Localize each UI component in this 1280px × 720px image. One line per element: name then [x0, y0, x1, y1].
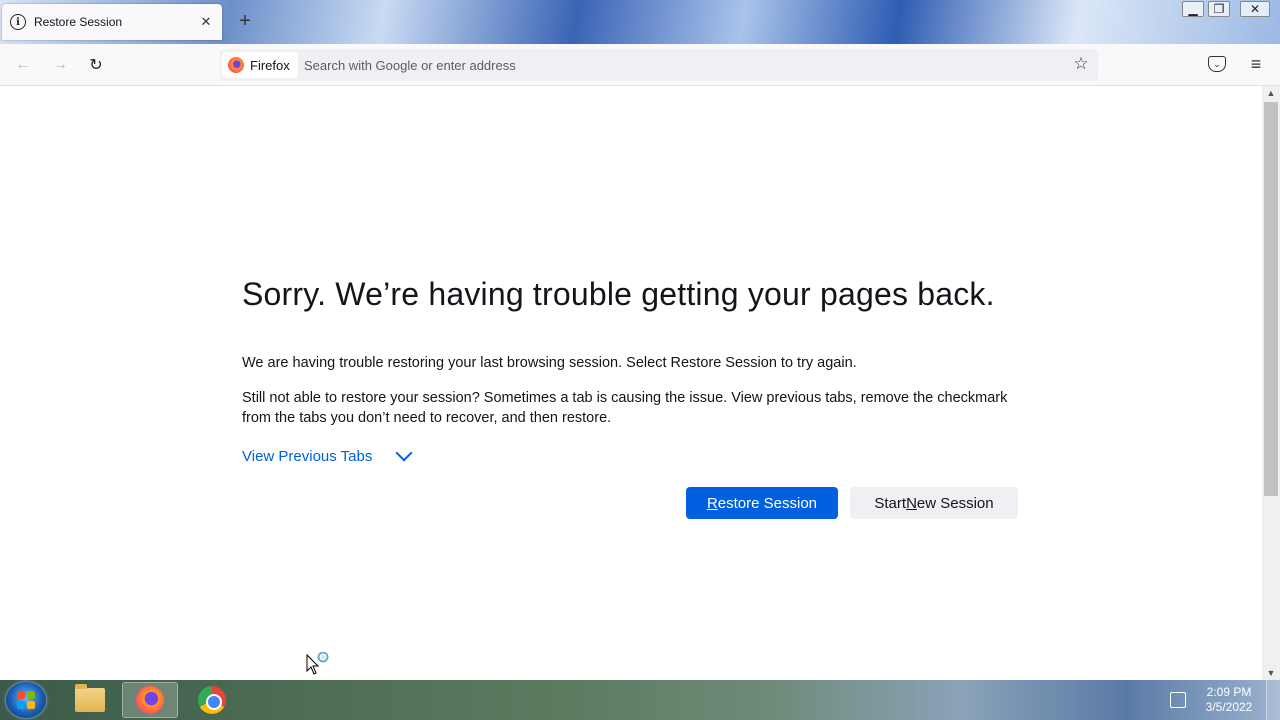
- title-bar: i Restore Session ✕ + ▁ ❐ ✕: [0, 0, 1280, 44]
- restore-window-icon: ❐: [1213, 2, 1225, 16]
- info-icon: i: [10, 14, 26, 30]
- show-desktop-button[interactable]: [1266, 680, 1280, 720]
- view-previous-tabs-toggle[interactable]: View Previous Tabs: [242, 444, 1022, 465]
- taskbar-chrome[interactable]: [184, 682, 240, 718]
- help-text: Still not able to restore your session? …: [242, 390, 1008, 426]
- chrome-icon: [198, 686, 226, 714]
- system-clock[interactable]: 2:09 PM 3/5/2022: [1196, 685, 1262, 715]
- pocket-icon[interactable]: ⌄: [1208, 56, 1226, 72]
- chevron-down-icon: [395, 444, 413, 461]
- session-restore-container: Sorry. We’re having trouble getting your…: [242, 276, 1022, 465]
- scroll-down-icon[interactable]: ▼: [1262, 666, 1280, 680]
- forward-button[interactable]: →: [47, 53, 73, 77]
- url-bar[interactable]: Firefox ☆: [220, 49, 1098, 81]
- close-icon[interactable]: ✕: [198, 14, 214, 30]
- taskbar-firefox[interactable]: [122, 682, 178, 718]
- hamburger-menu-icon[interactable]: ≡: [1246, 55, 1266, 75]
- vertical-scrollbar[interactable]: ▲ ▼: [1262, 86, 1280, 680]
- firefox-icon: [136, 686, 164, 714]
- page-content: Sorry. We’re having trouble getting your…: [0, 86, 1262, 680]
- close-window-button[interactable]: ✕: [1236, 0, 1274, 18]
- close-window-icon: ✕: [1249, 2, 1261, 16]
- clock-date: 3/5/2022: [1205, 700, 1253, 714]
- network-icon[interactable]: [1170, 692, 1186, 708]
- tab-title: Restore Session: [34, 15, 123, 29]
- navigation-toolbar: ← → ↻ Firefox ☆ ⌄ ≡: [0, 44, 1280, 86]
- plus-icon: +: [239, 10, 251, 32]
- minimize-icon: ▁: [1188, 2, 1198, 16]
- page-title: Sorry. We’re having trouble getting your…: [242, 276, 995, 312]
- reload-button[interactable]: ↻: [83, 53, 109, 77]
- forward-arrow-icon: →: [52, 56, 68, 73]
- new-tab-button[interactable]: +: [234, 11, 256, 33]
- tab-restore-session[interactable]: i Restore Session ✕: [2, 4, 222, 40]
- scroll-up-icon[interactable]: ▲: [1262, 86, 1280, 100]
- reload-icon: ↻: [89, 57, 103, 74]
- taskbar-file-explorer[interactable]: [62, 682, 118, 718]
- back-button[interactable]: ←: [10, 53, 36, 77]
- firefox-logo-icon: [228, 57, 244, 73]
- clock-time: 2:09 PM: [1206, 685, 1252, 699]
- identity-box[interactable]: Firefox: [222, 52, 298, 78]
- windows-logo-icon: [17, 691, 35, 709]
- scroll-thumb[interactable]: [1264, 102, 1278, 496]
- busy-cursor-icon: [306, 652, 329, 675]
- start-button[interactable]: [6, 682, 46, 718]
- identity-label: Firefox: [250, 57, 290, 73]
- restore-session-button[interactable]: Restore Session: [686, 487, 838, 519]
- restore-window-button[interactable]: ❐: [1204, 0, 1234, 18]
- star-icon[interactable]: ☆: [1070, 54, 1092, 74]
- intro-text: We are having trouble restoring your las…: [242, 355, 857, 371]
- address-input[interactable]: [304, 55, 1044, 75]
- taskbar: 2:09 PM 3/5/2022: [0, 680, 1280, 720]
- folder-icon: [75, 684, 105, 712]
- start-new-session-button[interactable]: Start New Session: [850, 487, 1018, 519]
- back-arrow-icon: ←: [15, 56, 31, 73]
- view-previous-tabs-label: View Previous Tabs: [242, 448, 373, 465]
